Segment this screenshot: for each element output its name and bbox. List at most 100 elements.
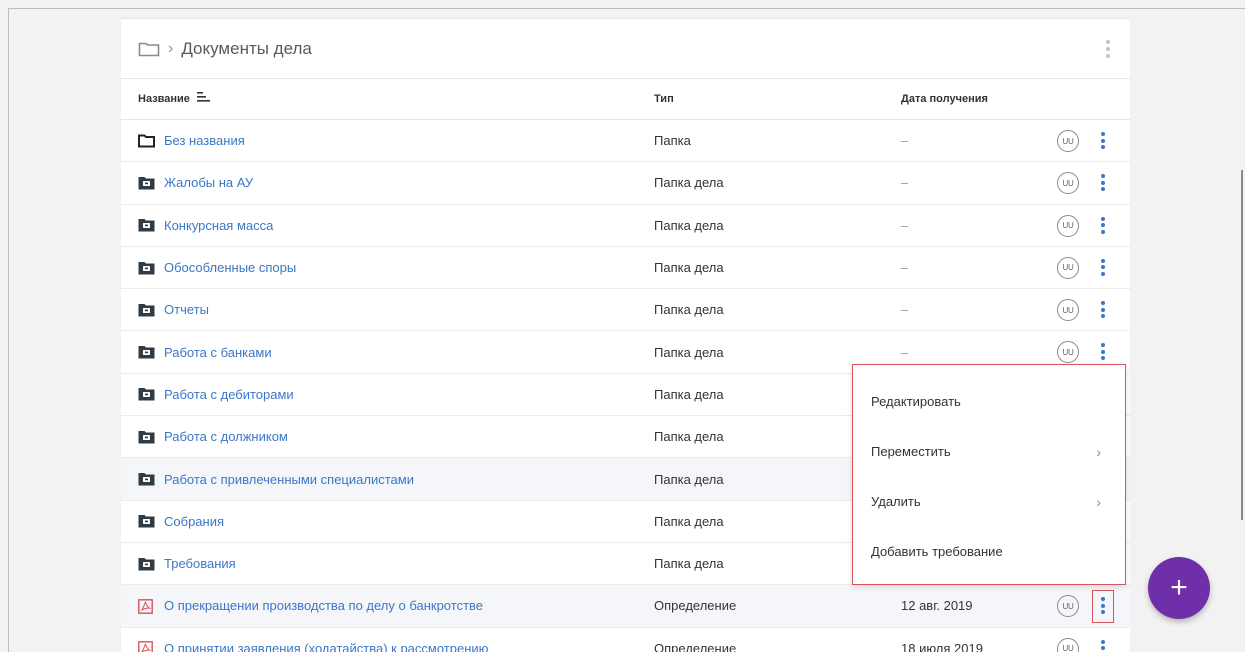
row-name-label: Работа с банками: [164, 344, 272, 360]
pdf-icon: [138, 599, 155, 614]
table-row[interactable]: Отчеты Папка дела – UU: [121, 289, 1130, 332]
context-menu: Редактировать Переместить › Удалить › До…: [852, 364, 1126, 585]
menu-item-move[interactable]: Переместить ›: [853, 437, 1125, 465]
row-name-label: Жалобы на АУ: [164, 175, 254, 191]
row-name-link[interactable]: Собрания: [138, 501, 224, 542]
row-name-link[interactable]: Работа с должником: [138, 416, 288, 457]
row-name-label: Обособленные споры: [164, 260, 297, 276]
row-name-label: О прекращении производства по делу о бан…: [164, 598, 484, 614]
row-type: Папка дела: [654, 556, 724, 572]
column-header-type[interactable]: Тип: [654, 93, 674, 105]
table-row[interactable]: Обособленные споры Папка дела – UU: [121, 247, 1130, 290]
row-name-link[interactable]: Работа с дебиторами: [138, 374, 294, 415]
row-more-icon[interactable]: [1101, 132, 1105, 149]
row-name-label: Отчеты: [164, 302, 209, 318]
row-name-label: Конкурсная масса: [164, 217, 274, 233]
row-more-icon[interactable]: [1101, 639, 1105, 652]
row-name-link[interactable]: О прекращении производства по делу о бан…: [138, 585, 483, 626]
row-name-label: Работа с дебиторами: [164, 386, 294, 402]
row-name-label: Требования: [164, 556, 236, 572]
case-folder-icon: [138, 345, 155, 359]
avatar[interactable]: UU: [1057, 341, 1079, 364]
row-type: Папка дела: [654, 471, 724, 487]
case-folder-icon: [138, 514, 155, 528]
avatar[interactable]: UU: [1057, 130, 1079, 152]
avatar[interactable]: UU: [1057, 299, 1079, 322]
menu-item-add-claim-label: Добавить требование: [871, 543, 1003, 559]
row-type: Определение: [654, 598, 737, 614]
row-type: Папка: [654, 133, 691, 149]
row-name-link[interactable]: Работа с привлеченными специалистами: [138, 458, 414, 499]
avatar[interactable]: UU: [1057, 595, 1079, 618]
row-name-label: Без названия: [164, 133, 245, 149]
table-row[interactable]: Конкурсная масса Папка дела – UU: [121, 205, 1130, 247]
avatar[interactable]: UU: [1057, 256, 1079, 279]
row-name-link[interactable]: Конкурсная масса: [138, 205, 273, 246]
row-name-label: Работа с привлеченными специалистами: [164, 471, 414, 487]
avatar[interactable]: UU: [1057, 172, 1079, 195]
row-name-link[interactable]: Отчеты: [138, 289, 209, 330]
row-type: Определение: [654, 640, 737, 652]
row-name-label: Работа с должником: [164, 429, 288, 445]
chevron-right-icon: ›: [1096, 494, 1101, 510]
row-type: Папка дела: [654, 386, 724, 402]
row-type: Папка дела: [654, 344, 724, 360]
scroll-indicator: [1241, 170, 1243, 520]
menu-item-edit[interactable]: Редактировать: [853, 387, 1125, 415]
row-date: 12 авг. 2019: [901, 598, 973, 614]
case-folder-icon: [138, 430, 155, 444]
more-options-icon[interactable]: [1106, 40, 1110, 58]
menu-item-edit-label: Редактировать: [871, 393, 961, 409]
case-folder-icon: [138, 557, 155, 571]
menu-item-move-label: Переместить: [871, 443, 951, 459]
row-type: Папка дела: [654, 175, 724, 191]
table-row[interactable]: Без названия Папка – UU: [121, 120, 1130, 163]
column-header-name-label: Название: [138, 92, 190, 105]
add-button[interactable]: +: [1148, 557, 1210, 619]
row-date: –: [901, 302, 909, 318]
menu-item-add-claim[interactable]: Добавить требование: [853, 537, 1125, 565]
menu-item-delete[interactable]: Удалить ›: [853, 487, 1125, 515]
row-name-link[interactable]: Жалобы на АУ: [138, 162, 253, 203]
row-name-label: Собрания: [164, 513, 225, 529]
row-type: Папка дела: [654, 513, 724, 529]
pdf-icon: [138, 641, 155, 652]
case-folder-icon: [138, 387, 155, 401]
row-name-link[interactable]: О принятии заявления (ходатайства) к рас…: [138, 628, 488, 652]
column-header-name[interactable]: Название: [138, 91, 211, 105]
row-more-icon[interactable]: [1101, 216, 1105, 234]
row-name-link[interactable]: Обособленные споры: [138, 247, 296, 288]
table-row[interactable]: О принятии заявления (ходатайства) к рас…: [121, 628, 1130, 652]
case-folder-icon: [138, 176, 155, 190]
row-type: Папка дела: [654, 217, 724, 233]
folder-icon: [138, 134, 155, 148]
row-name-link[interactable]: Без названия: [138, 120, 245, 161]
row-type: Папка дела: [654, 302, 724, 318]
menu-item-delete-label: Удалить: [871, 493, 921, 509]
row-more-icon[interactable]: [1101, 343, 1105, 361]
row-date: –: [901, 133, 909, 149]
table-row[interactable]: Жалобы на АУ Папка дела – UU: [121, 162, 1130, 205]
case-folder-icon: [138, 261, 155, 275]
active-menu-highlight: [1092, 590, 1114, 624]
row-type: Папка дела: [654, 429, 724, 445]
chevron-right-icon: ›: [1096, 444, 1101, 460]
row-name-link[interactable]: Работа с банками: [138, 331, 272, 372]
avatar[interactable]: UU: [1057, 637, 1079, 652]
table-row[interactable]: О прекращении производства по делу о бан…: [121, 585, 1130, 628]
row-more-icon[interactable]: [1101, 301, 1105, 319]
avatar[interactable]: UU: [1057, 214, 1079, 237]
table-header: Название Тип Дата получения: [121, 79, 1130, 120]
row-date: 18 июля 2019: [901, 640, 983, 652]
case-folder-icon: [138, 303, 155, 317]
sort-icon[interactable]: [197, 91, 211, 102]
column-header-date[interactable]: Дата получения: [901, 93, 988, 105]
row-date: –: [901, 260, 909, 276]
row-name-link[interactable]: Требования: [138, 543, 236, 584]
row-more-icon[interactable]: [1101, 258, 1105, 276]
folder-outline-icon[interactable]: [138, 41, 160, 57]
row-type: Папка дела: [654, 260, 724, 276]
row-more-icon[interactable]: [1101, 174, 1105, 192]
case-folder-icon: [138, 218, 155, 232]
breadcrumb: › Документы дела: [121, 19, 1130, 79]
